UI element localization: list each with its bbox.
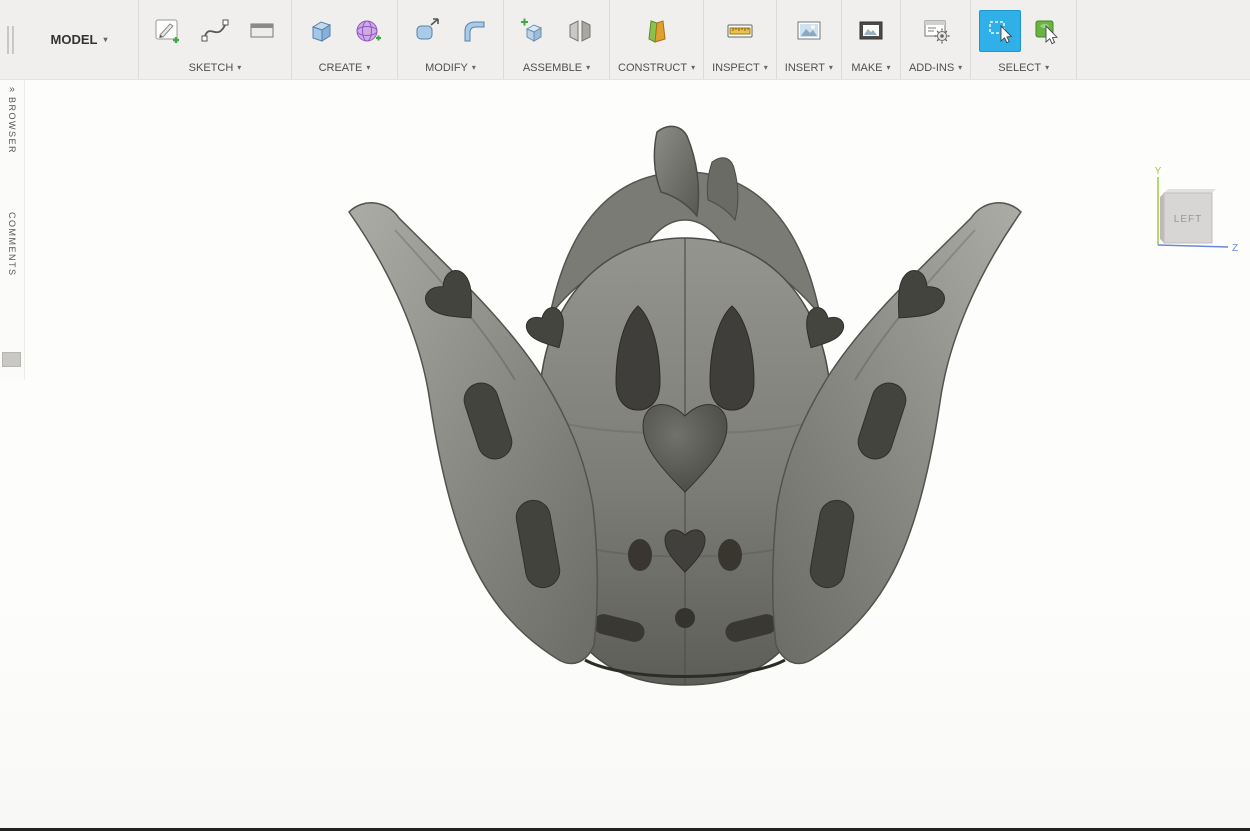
chevron-down-icon: ▾ bbox=[472, 64, 476, 72]
print-3d-icon bbox=[856, 16, 886, 46]
view-cube-left-edge[interactable] bbox=[1160, 193, 1164, 243]
new-component-icon bbox=[518, 16, 548, 46]
fillet-button[interactable] bbox=[453, 10, 495, 52]
view-cube[interactable]: Y Z LEFT bbox=[1140, 165, 1242, 259]
toolbar-group-insert: INSERT ▾ bbox=[776, 0, 841, 79]
create-menu[interactable]: CREATE ▾ bbox=[300, 58, 389, 77]
freeform-select-button[interactable] bbox=[1026, 10, 1068, 52]
construction-plane-icon bbox=[642, 16, 672, 46]
axis-z-label: Z bbox=[1232, 243, 1238, 254]
chevron-down-icon: ▾ bbox=[1045, 64, 1049, 72]
main-toolbar: MODEL ▾ bbox=[0, 0, 1250, 80]
construction-plane-button[interactable] bbox=[636, 10, 678, 52]
toolbar-grip[interactable] bbox=[0, 0, 20, 79]
chevron-down-icon: ▾ bbox=[691, 64, 695, 72]
extrude-icon bbox=[306, 16, 336, 46]
toolbar-group-construct: CONSTRUCT ▾ bbox=[609, 0, 703, 79]
axis-y-label: Y bbox=[1155, 166, 1162, 177]
addins-menu[interactable]: ADD-INS ▾ bbox=[909, 58, 962, 77]
left-rail: » BROWSER COMMENTS bbox=[0, 80, 25, 380]
construct-menu[interactable]: CONSTRUCT ▾ bbox=[618, 58, 695, 77]
insert-menu[interactable]: INSERT ▾ bbox=[785, 58, 833, 77]
modify-menu[interactable]: MODIFY ▾ bbox=[406, 58, 495, 77]
press-pull-button[interactable] bbox=[406, 10, 448, 52]
comments-panel-tab[interactable]: COMMENTS bbox=[0, 212, 24, 277]
browser-tab-label: BROWSER bbox=[7, 97, 17, 154]
chevron-down-icon: ▾ bbox=[887, 64, 891, 72]
print-3d-button[interactable] bbox=[850, 10, 892, 52]
create-sketch-icon bbox=[153, 16, 183, 46]
spline-button[interactable] bbox=[194, 10, 236, 52]
chevron-down-icon: ▾ bbox=[764, 64, 768, 72]
workspace-label: MODEL bbox=[51, 32, 98, 47]
create-sketch-button[interactable] bbox=[147, 10, 189, 52]
measure-button[interactable] bbox=[719, 10, 761, 52]
viewport-canvas[interactable]: Y Z LEFT bbox=[0, 80, 1250, 828]
toolbar-filler bbox=[1076, 0, 1250, 79]
create-form-button[interactable] bbox=[347, 10, 389, 52]
chevron-down-icon: ▾ bbox=[103, 36, 107, 44]
chevron-down-icon: ▾ bbox=[958, 64, 962, 72]
chevron-down-icon: ▾ bbox=[586, 64, 590, 72]
workspace-switcher[interactable]: MODEL ▾ bbox=[20, 0, 138, 79]
two-point-rectangle-button[interactable] bbox=[241, 10, 283, 52]
expand-panel-icon[interactable]: » bbox=[9, 85, 15, 95]
chevron-down-icon: ▾ bbox=[237, 64, 241, 72]
fusion-window: MODEL ▾ bbox=[0, 0, 1250, 831]
toolbar-group-modify: MODIFY ▾ bbox=[397, 0, 503, 79]
view-cube-top-edge[interactable] bbox=[1164, 189, 1216, 193]
view-cube-face-label: LEFT bbox=[1174, 214, 1202, 225]
scripts-addins-icon bbox=[921, 16, 951, 46]
create-form-icon bbox=[353, 16, 383, 46]
extrude-button[interactable] bbox=[300, 10, 342, 52]
insert-image-button[interactable] bbox=[788, 10, 830, 52]
joint-icon bbox=[565, 16, 595, 46]
measure-icon bbox=[725, 16, 755, 46]
comments-tab-label: COMMENTS bbox=[7, 212, 17, 277]
select-menu[interactable]: SELECT ▾ bbox=[979, 58, 1068, 77]
model-3d-object[interactable] bbox=[335, 120, 1035, 690]
make-menu[interactable]: MAKE ▾ bbox=[850, 58, 892, 77]
sketch-menu[interactable]: SKETCH ▾ bbox=[147, 58, 283, 77]
browser-panel-tab[interactable]: » BROWSER bbox=[0, 85, 24, 154]
toolbar-group-inspect: INSPECT ▾ bbox=[703, 0, 776, 79]
spline-icon bbox=[200, 16, 230, 46]
toolbar-group-addins: ADD-INS ▾ bbox=[900, 0, 970, 79]
axis-z-line bbox=[1158, 245, 1228, 247]
toolbar-group-create: CREATE ▾ bbox=[291, 0, 397, 79]
rail-scroll-indicator[interactable] bbox=[2, 352, 21, 367]
chevron-down-icon: ▾ bbox=[366, 64, 370, 72]
window-select-icon bbox=[985, 16, 1015, 46]
toolbar-group-assemble: ASSEMBLE ▾ bbox=[503, 0, 609, 79]
joint-button[interactable] bbox=[559, 10, 601, 52]
assemble-menu[interactable]: ASSEMBLE ▾ bbox=[512, 58, 601, 77]
toolbar-group-select: SELECT ▾ bbox=[970, 0, 1076, 79]
window-select-button[interactable] bbox=[979, 10, 1021, 52]
press-pull-icon bbox=[412, 16, 442, 46]
scripts-addins-button[interactable] bbox=[915, 10, 957, 52]
toolbar-group-sketch: SKETCH ▾ bbox=[138, 0, 291, 79]
chevron-down-icon: ▾ bbox=[829, 64, 833, 72]
new-component-button[interactable] bbox=[512, 10, 554, 52]
freeform-select-icon bbox=[1032, 16, 1062, 46]
toolbar-group-make: MAKE ▾ bbox=[841, 0, 900, 79]
insert-image-icon bbox=[794, 16, 824, 46]
inspect-menu[interactable]: INSPECT ▾ bbox=[712, 58, 768, 77]
fillet-icon bbox=[459, 16, 489, 46]
two-point-rectangle-icon bbox=[247, 16, 277, 46]
